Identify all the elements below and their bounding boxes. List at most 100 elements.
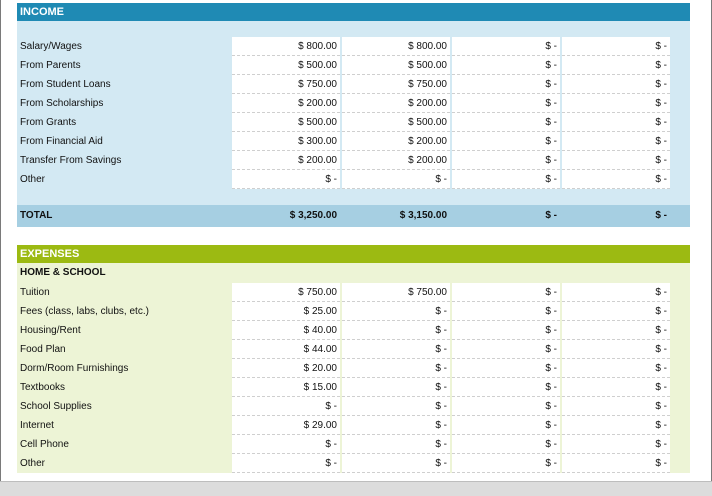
amount-cell[interactable]: $ - — [562, 94, 670, 113]
amount-cell[interactable]: $ - — [342, 416, 450, 435]
expense-row: Housing/Rent $ 40.00 $ - $ - $ - — [17, 321, 690, 340]
amount-cell[interactable]: $ 200.00 — [232, 94, 340, 113]
amount-cell[interactable]: $ - — [232, 454, 340, 473]
amount-cell[interactable]: $ - — [452, 56, 560, 75]
amount-cell[interactable]: $ - — [342, 397, 450, 416]
amount-cell[interactable]: $ - — [562, 435, 670, 454]
amount-cell[interactable]: $ - — [452, 283, 560, 302]
amount-cell[interactable]: $ 15.00 — [232, 378, 340, 397]
amount-cell[interactable]: $ - — [562, 397, 670, 416]
amount-cell[interactable]: $ - — [452, 151, 560, 170]
amount-cell[interactable]: $ - — [562, 416, 670, 435]
amount-cell[interactable]: $ - — [562, 359, 670, 378]
amount-cell[interactable]: $ - — [452, 302, 560, 321]
amount-cell[interactable]: $ 500.00 — [342, 113, 450, 132]
amount-cell[interactable]: $ - — [342, 321, 450, 340]
total-cell[interactable]: $ 3,150.00 — [342, 205, 450, 227]
amount-cell[interactable]: $ - — [562, 132, 670, 151]
row-label: Textbooks — [20, 382, 66, 393]
row-label: From Student Loans — [20, 79, 111, 90]
row-label: Dorm/Room Furnishings — [20, 363, 129, 374]
expense-row: Tuition $ 750.00 $ 750.00 $ - $ - — [17, 283, 690, 302]
amount-cell[interactable]: $ - — [232, 435, 340, 454]
amount-cell[interactable]: $ 40.00 — [232, 321, 340, 340]
amount-cell[interactable]: $ - — [562, 151, 670, 170]
amount-cell[interactable]: $ - — [452, 416, 560, 435]
amount-cell[interactable]: $ 25.00 — [232, 302, 340, 321]
amount-cell[interactable]: $ - — [562, 283, 670, 302]
amount-cell[interactable]: $ - — [232, 170, 340, 189]
amount-cell[interactable]: $ 200.00 — [342, 132, 450, 151]
amount-cell[interactable]: $ - — [452, 435, 560, 454]
income-section-header: INCOME — [17, 3, 690, 21]
row-label: Housing/Rent — [20, 325, 81, 336]
amount-cell[interactable]: $ 500.00 — [342, 56, 450, 75]
amount-cell[interactable]: $ - — [342, 302, 450, 321]
amount-cell[interactable]: $ - — [342, 359, 450, 378]
amount-cell[interactable]: $ 200.00 — [342, 94, 450, 113]
expenses-section: HOME & SCHOOL Tuition $ 750.00 $ 750.00 $ -… — [17, 263, 690, 473]
amount-cell[interactable]: $ 800.00 — [232, 37, 340, 56]
amount-cell[interactable]: $ - — [562, 113, 670, 132]
amount-cell[interactable]: $ - — [452, 170, 560, 189]
amount-cell[interactable]: $ 500.00 — [232, 113, 340, 132]
amount-cell[interactable]: $ - — [562, 340, 670, 359]
amount-cell[interactable]: $ - — [562, 37, 670, 56]
amount-cell[interactable]: $ 750.00 — [342, 283, 450, 302]
amount-cell[interactable]: $ - — [452, 113, 560, 132]
amount-cell[interactable]: $ 750.00 — [232, 75, 340, 94]
amount-cell[interactable]: $ - — [232, 397, 340, 416]
amount-cell[interactable]: $ - — [562, 378, 670, 397]
row-label: Internet — [20, 420, 54, 431]
amount-cell[interactable]: $ - — [452, 132, 560, 151]
amount-cell[interactable]: $ - — [562, 321, 670, 340]
amount-cell[interactable]: $ - — [452, 94, 560, 113]
row-label: Fees (class, labs, clubs, etc.) — [20, 306, 149, 317]
row-label: From Scholarships — [20, 98, 104, 109]
row-label: From Grants — [20, 117, 77, 128]
home-school-subheading: HOME & SCHOOL — [20, 267, 106, 278]
total-cell[interactable]: $ 3,250.00 — [232, 205, 340, 227]
income-total-row: TOTAL $ 3,250.00 $ 3,150.00 $ - $ - — [17, 205, 690, 227]
income-row: Transfer From Savings $ 200.00 $ 200.00 $ -… — [17, 151, 690, 170]
amount-cell[interactable]: $ - — [452, 397, 560, 416]
amount-cell[interactable]: $ 20.00 — [232, 359, 340, 378]
expense-row: Fees (class, labs, clubs, etc.) $ 25.00 $ … — [17, 302, 690, 321]
amount-cell[interactable]: $ - — [452, 359, 560, 378]
row-label: Other — [20, 174, 46, 185]
total-cell[interactable]: $ - — [562, 205, 670, 227]
amount-cell[interactable]: $ - — [562, 454, 670, 473]
amount-cell[interactable]: $ - — [562, 170, 670, 189]
amount-cell[interactable]: $ - — [342, 454, 450, 473]
amount-cell[interactable]: $ 750.00 — [232, 283, 340, 302]
amount-cell[interactable]: $ - — [562, 302, 670, 321]
amount-cell[interactable]: $ - — [452, 321, 560, 340]
income-row: From Grants $ 500.00 $ 500.00 $ - $ - — [17, 113, 690, 132]
amount-cell[interactable]: $ - — [342, 435, 450, 454]
amount-cell[interactable]: $ - — [452, 340, 560, 359]
section-gap — [17, 227, 690, 245]
amount-cell[interactable]: $ - — [452, 75, 560, 94]
row-label: Tuition — [20, 287, 50, 298]
amount-cell[interactable]: $ - — [342, 340, 450, 359]
amount-cell[interactable]: $ 500.00 — [232, 56, 340, 75]
amount-cell[interactable]: $ 800.00 — [342, 37, 450, 56]
amount-cell[interactable]: $ - — [562, 75, 670, 94]
total-cell[interactable]: $ - — [452, 205, 560, 227]
amount-cell[interactable]: $ - — [452, 454, 560, 473]
expense-rows: Tuition $ 750.00 $ 750.00 $ - $ - Fees (class… — [17, 283, 690, 473]
amount-cell[interactable]: $ - — [562, 56, 670, 75]
amount-cell[interactable]: $ 200.00 — [342, 151, 450, 170]
amount-cell[interactable]: $ - — [452, 378, 560, 397]
expense-row: School Supplies $ - $ - $ - $ - — [17, 397, 690, 416]
amount-cell[interactable]: $ 29.00 — [232, 416, 340, 435]
amount-cell[interactable]: $ 44.00 — [232, 340, 340, 359]
amount-cell[interactable]: $ - — [452, 37, 560, 56]
amount-cell[interactable]: $ 300.00 — [232, 132, 340, 151]
row-label: From Financial Aid — [20, 136, 103, 147]
income-row: Other $ - $ - $ - $ - — [17, 170, 690, 189]
amount-cell[interactable]: $ 200.00 — [232, 151, 340, 170]
amount-cell[interactable]: $ - — [342, 170, 450, 189]
amount-cell[interactable]: $ 750.00 — [342, 75, 450, 94]
amount-cell[interactable]: $ - — [342, 378, 450, 397]
